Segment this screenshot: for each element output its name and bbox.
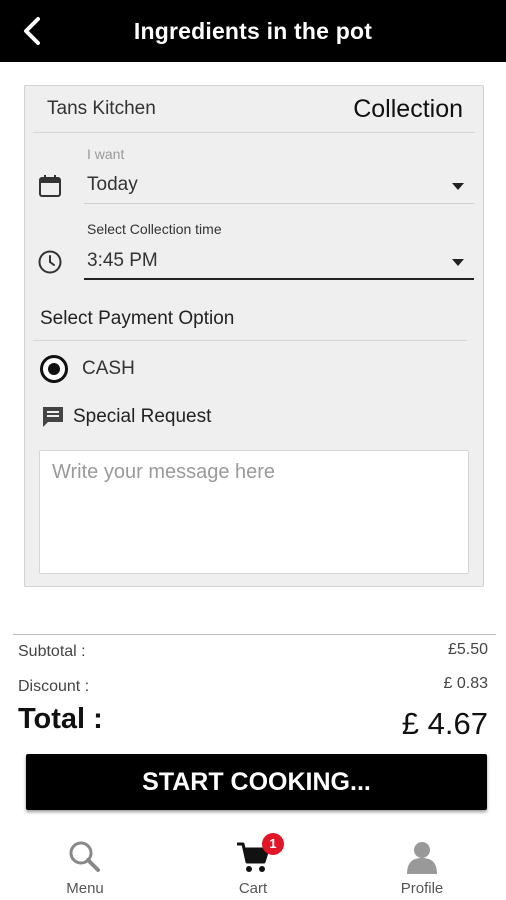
total-label: Total : [18, 703, 103, 735]
cash-option-label[interactable]: CASH [82, 358, 135, 380]
page-title: Ingredients in the pot [133, 17, 373, 44]
cart-badge: 1 [262, 833, 284, 855]
subtotal-label: Subtotal : [18, 643, 86, 660]
discount-value: £ 0.83 [443, 675, 488, 692]
chevron-down-icon [452, 183, 464, 190]
nav-cart-label: Cart [238, 880, 268, 897]
nav-cart[interactable]: 1 Cart [193, 832, 313, 897]
order-options-card: Tans Kitchen Collection I want Today Sel… [24, 85, 484, 587]
time-value: 3:45 PM [87, 250, 158, 271]
date-label: I want [87, 146, 125, 162]
nav-menu-label: Menu [66, 880, 104, 897]
nav-profile[interactable]: Profile [362, 832, 482, 897]
restaurant-name: Tans Kitchen [47, 98, 156, 119]
app-header: Ingredients in the pot [0, 0, 506, 62]
calendar-icon [39, 175, 61, 197]
profile-icon [407, 842, 437, 874]
total-value: £ 4.67 [401, 706, 488, 741]
bottom-nav: Menu 1 Cart Profile [0, 824, 506, 900]
back-arrow-icon[interactable] [16, 14, 50, 48]
date-select[interactable]: Today [84, 166, 474, 204]
message-icon [43, 407, 63, 427]
chevron-down-icon [452, 259, 464, 266]
time-label: Select Collection time [87, 221, 222, 237]
subtotal-value: £5.50 [447, 641, 488, 658]
search-icon [69, 841, 100, 872]
discount-label: Discount : [18, 678, 90, 695]
payment-option-title: Select Payment Option [40, 308, 235, 329]
time-select[interactable]: 3:45 PM [84, 242, 474, 280]
start-cooking-button[interactable]: START COOKING... [26, 754, 487, 810]
cash-radio[interactable] [40, 355, 68, 383]
order-mode: Collection [353, 95, 463, 123]
special-request-input[interactable] [39, 450, 469, 574]
clock-icon [38, 250, 62, 274]
summary-divider [13, 634, 496, 635]
order-header-row: Tans Kitchen Collection [33, 86, 475, 133]
nav-menu[interactable]: Menu [25, 832, 145, 897]
nav-profile-label: Profile [400, 880, 444, 897]
date-value: Today [87, 174, 138, 195]
divider [33, 340, 467, 341]
special-request-label: Special Request [73, 406, 212, 427]
